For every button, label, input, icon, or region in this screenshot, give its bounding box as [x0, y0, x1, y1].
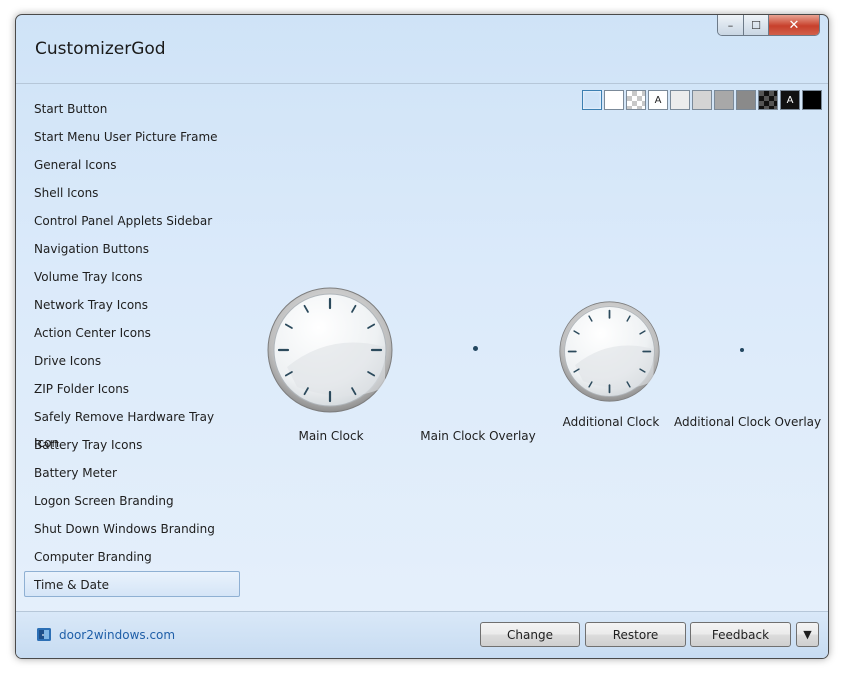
app-title: CustomizerGod	[35, 39, 166, 59]
minimize-button[interactable]: –	[718, 15, 744, 35]
swatch-light-blue[interactable]	[582, 90, 602, 110]
maximize-icon: ☐	[751, 18, 761, 32]
dropdown-arrow-icon: ▼	[803, 628, 812, 641]
restore-button-label: Restore	[612, 627, 659, 642]
swatch-mid-gray[interactable]	[736, 90, 756, 110]
additional-clock-overlay-dot	[740, 348, 744, 352]
swatch-black-letter[interactable]: A	[780, 90, 800, 110]
sidebar-item[interactable]: Time & Date	[24, 571, 240, 597]
restore-button[interactable]: Restore	[585, 622, 686, 647]
main-clock-image	[267, 287, 393, 413]
sidebar-item[interactable]: Navigation Buttons	[24, 235, 240, 261]
feedback-button[interactable]: Feedback	[690, 622, 791, 647]
sidebar-item[interactable]: General Icons	[24, 151, 240, 177]
additional-clock-label: Additional Clock	[562, 415, 660, 429]
swatch-letter: A	[786, 94, 794, 106]
sidebar-item[interactable]: Safely Remove Hardware Tray Icon	[24, 403, 240, 450]
feedback-button-label: Feedback	[711, 627, 770, 642]
more-options-button[interactable]: ▼	[796, 622, 819, 647]
sidebar-item[interactable]: Start Menu User Picture Frame	[24, 123, 240, 149]
main-clock-overlay-dot	[473, 346, 478, 351]
sidebar-item[interactable]: Network Tray Icons	[24, 291, 240, 317]
swatch-gray[interactable]	[714, 90, 734, 110]
close-icon: ✕	[788, 17, 800, 33]
change-button-label: Change	[507, 627, 553, 642]
door2windows-logo-icon	[37, 628, 51, 641]
main-clock-overlay-label: Main Clock Overlay	[420, 429, 536, 443]
swatch-black[interactable]	[802, 90, 822, 110]
sidebar-item[interactable]: Volume Tray Icons	[24, 263, 240, 289]
sidebar-item[interactable]: Control Panel Applets Sidebar	[24, 207, 240, 233]
sidebar-item[interactable]: Computer Branding	[24, 543, 240, 569]
sidebar-item[interactable]: Start Button	[24, 95, 240, 121]
door2windows-link-text: door2windows.com	[59, 627, 176, 642]
sidebar-item[interactable]: Logon Screen Branding	[24, 487, 240, 513]
swatch-dark-checker[interactable]	[758, 90, 778, 110]
swatch-white[interactable]	[604, 90, 624, 110]
maximize-button[interactable]: ☐	[744, 15, 769, 35]
title-divider	[16, 83, 828, 84]
sidebar-item[interactable]: Battery Meter	[24, 459, 240, 485]
sidebar-item[interactable]: Drive Icons	[24, 347, 240, 373]
swatch-very-light-gray[interactable]	[670, 90, 690, 110]
sidebar-item[interactable]: Shell Icons	[24, 179, 240, 205]
additional-clock-resource[interactable]: Additional Clock	[558, 301, 664, 435]
main-clock-icon	[267, 287, 393, 413]
main-clock-resource[interactable]: Main Clock	[266, 287, 396, 447]
change-button[interactable]: Change	[480, 622, 580, 647]
additional-clock-overlay-label: Additional Clock Overlay	[674, 415, 822, 429]
close-button[interactable]: ✕	[769, 15, 819, 35]
door2windows-link[interactable]: door2windows.com	[36, 626, 175, 643]
swatch-letter: A	[654, 94, 662, 106]
additional-clock-icon	[559, 301, 660, 402]
main-clock-label: Main Clock	[298, 429, 364, 443]
additional-clock-overlay-resource[interactable]: Additional Clock Overlay	[674, 301, 821, 435]
footer-bar: door2windows.com Change Restore Feedback…	[16, 611, 828, 658]
minimize-icon: –	[727, 18, 734, 32]
additional-clock-image	[559, 301, 660, 402]
main-clock-overlay-resource[interactable]: Main Clock Overlay	[416, 287, 540, 447]
sidebar-item[interactable]: Action Center Icons	[24, 319, 240, 345]
category-list: Start Button Start Menu User Picture Fram…	[24, 95, 240, 599]
sidebar-item[interactable]: ZIP Folder Icons	[24, 375, 240, 401]
window-controls: – ☐ ✕	[717, 15, 820, 36]
background-swatch-bar: AA	[582, 90, 824, 110]
sidebar-item[interactable]: Shut Down Windows Branding	[24, 515, 240, 541]
sidebar-item[interactable]: Battery Tray Icons	[24, 431, 240, 457]
app-window: CustomizerGod – ☐ ✕ Start Button Start Me…	[15, 14, 829, 659]
swatch-checker[interactable]	[626, 90, 646, 110]
title-bar: CustomizerGod – ☐ ✕	[16, 15, 828, 83]
swatch-light-gray[interactable]	[692, 90, 712, 110]
swatch-white-letter[interactable]: A	[648, 90, 668, 110]
